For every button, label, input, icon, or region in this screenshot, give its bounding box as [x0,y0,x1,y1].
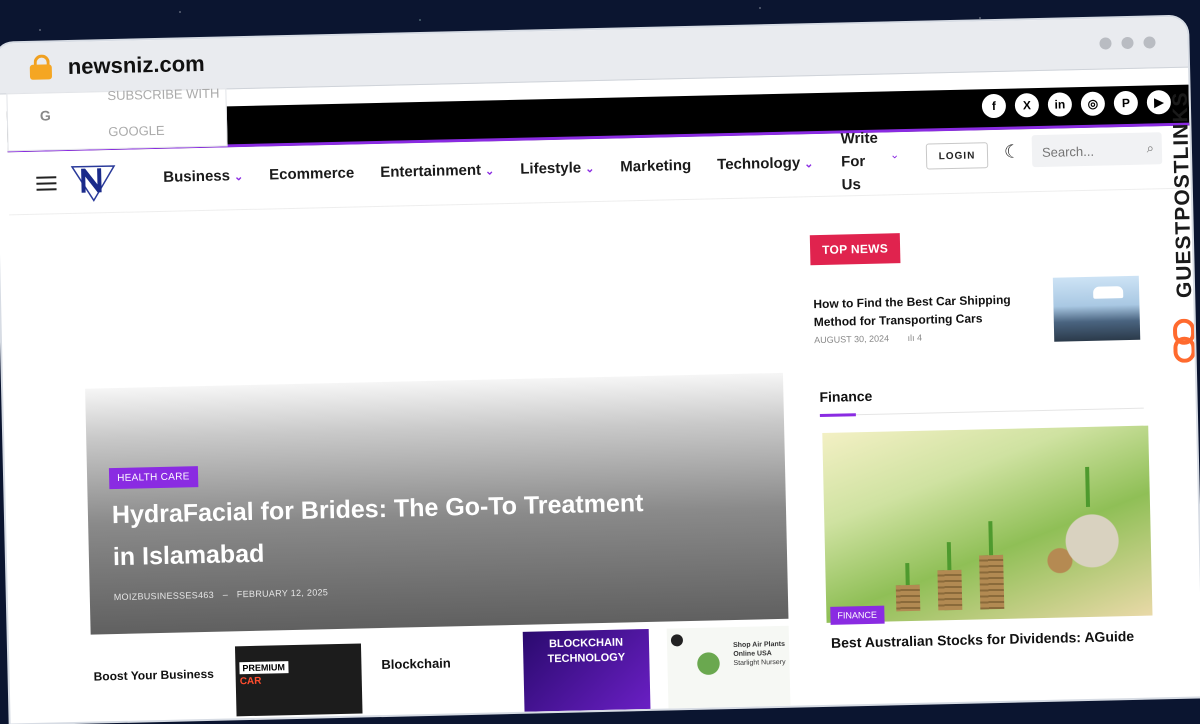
nav-label: Ecommerce [269,164,355,184]
top-news-title[interactable]: How to Find the Best Car Shipping Method… [813,290,1034,331]
browser-window: newsniz.com f X in ◎ P ▶ G SUBSCRIBE WIT… [0,16,1200,724]
chevron-down-icon: ⌄ [484,165,495,178]
hero-title[interactable]: HydraFacial for Brides: The Go-To Treatm… [111,482,653,578]
nav-label: Entertainment [380,161,482,181]
finance-heading[interactable]: Finance [819,388,872,405]
subscribe-line-2: GOOGLE [108,122,165,140]
section-divider [819,407,1144,418]
site-logo[interactable] [70,162,117,203]
sidebar: TOP NEWS How to Find the Best Car Shippi… [802,228,1153,651]
nav-item-technology[interactable]: Technology ⌄ [717,154,814,173]
window-dot-icon[interactable] [1121,36,1134,50]
top-news-label: TOP NEWS [809,233,901,266]
lock-icon [29,54,53,80]
nav-item-ecommerce[interactable]: Ecommerce [269,165,354,184]
thumbnail-text: Shop Air Plants Online USA Starlight Nur… [733,640,790,668]
chevron-down-icon: ⌄ [233,171,244,184]
x-icon[interactable]: X [1014,92,1040,118]
google-icon: G [39,107,51,124]
plant-icon [695,647,723,688]
search-box: ⌕ [1031,132,1163,170]
thumbnail-label: PREMIUM [239,661,289,675]
card-title[interactable]: Boost Your Business [93,667,214,684]
nav-item-write-for-us[interactable]: Write For Us [840,126,888,196]
google-subscribe-popup[interactable]: G SUBSCRIBE WITH GOOGLE [6,85,228,152]
login-button[interactable]: LOGIN [925,142,989,170]
nav-item-lifestyle[interactable]: Lifestyle ⌄ [520,159,595,178]
chevron-down-icon: ⌄ [585,163,595,176]
category-badge[interactable]: HEALTH CARE [108,466,198,490]
card-thumbnail[interactable]: PREMIUM CAR [234,643,363,717]
hero-featured-post[interactable]: HEALTH CARE HydraFacial for Brides: The … [85,372,789,635]
post-author[interactable]: MOIZBUSINESSES463 [114,590,214,602]
instagram-icon[interactable]: ◎ [1080,91,1106,117]
nav-label: Technology [716,154,801,174]
chevron-down-icon: ⌄ [804,158,814,171]
address-bar[interactable]: newsniz.com [0,16,1189,95]
screenshot-stage: newsniz.com f X in ◎ P ▶ G SUBSCRIBE WIT… [0,0,1200,724]
nav-label: Business [163,167,231,186]
chain-link-icon [1173,318,1196,363]
url-text[interactable]: newsniz.com [67,51,204,80]
chevron-down-icon[interactable]: ⌄ [890,148,899,161]
linkedin-icon[interactable]: in [1047,92,1073,117]
guestpostlinks-watermark: GUESTPOSTLINKS [1160,72,1200,373]
search-icon[interactable]: ⌕ [1146,140,1154,156]
card-thumbnail[interactable]: BLOCKCHAIN TECHNOLOGY [522,628,651,712]
thumbnail-heading: Shop Air Plants Online USA [733,640,786,659]
nav-item-marketing[interactable]: Marketing [620,157,691,176]
social-links: f X in ◎ P ▶ [981,89,1172,119]
top-news-date: AUGUST 30, 2024 [814,333,890,346]
window-dot-icon[interactable] [1143,36,1156,49]
hamburger-menu-icon[interactable] [36,176,57,191]
post-meta: MOIZBUSINESSES463 – FEBRUARY 12, 2025 [114,587,329,602]
thumbnail-label: CAR [239,675,262,688]
meta-separator: – [222,589,229,600]
nav-item-entertainment[interactable]: Entertainment ⌄ [380,161,494,181]
window-controls [1089,35,1156,54]
nav-label: Lifestyle [520,159,582,178]
views-icon: ılı [907,332,915,344]
search-input[interactable] [1031,132,1141,170]
thumbnail-text: BLOCKCHAIN TECHNOLOGY [547,636,626,666]
facebook-icon[interactable]: f [981,93,1007,119]
finance-category-badge[interactable]: FINANCE [830,605,885,625]
subscribe-line-1: SUBSCRIBE WITH [107,85,220,104]
top-news-meta: AUGUST 30, 2024 ılı 4 [814,333,922,345]
post-date: FEBRUARY 12, 2025 [236,587,329,600]
pinterest-icon[interactable]: P [1113,90,1139,116]
nav-label: Marketing [620,156,692,176]
nav-item-business[interactable]: Business ⌄ [163,167,243,186]
window-dot-icon[interactable] [1099,37,1112,50]
top-news-thumbnail[interactable] [1052,275,1141,342]
badge-icon [670,634,684,647]
watermark-text: GUESTPOSTLINKS [1168,91,1197,299]
card-thumbnail[interactable]: Shop Air Plants Online USA Starlight Nur… [666,625,791,709]
nav-menu: Business ⌄ Ecommerce Entertainment ⌄ Lifes… [163,154,839,186]
thumbnail-subtext: Starlight Nursery [733,658,786,668]
finance-thumbnail[interactable] [822,425,1153,623]
post-cards-row: Boost Your Business PREMIUM CAR Blockcha… [91,625,793,722]
dark-mode-toggle-icon[interactable]: ☾ [1004,141,1021,162]
top-news-views: 4 [916,332,923,343]
finance-post-title[interactable]: Best Australian Stocks for Dividends: AG… [831,627,1161,651]
